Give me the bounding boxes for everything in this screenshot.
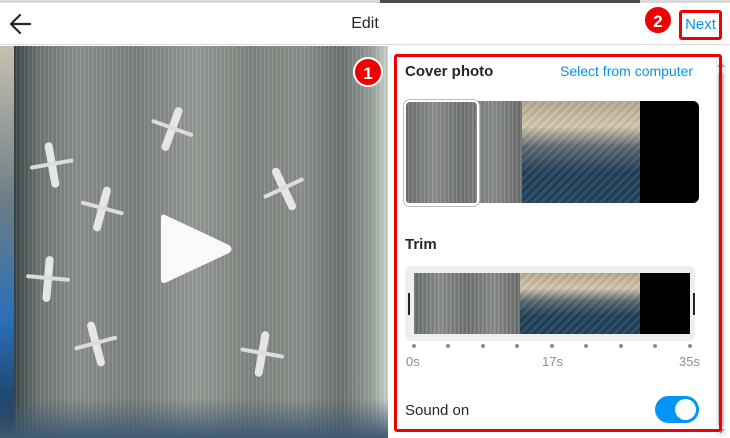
selected-cover-frame[interactable] [404,100,479,206]
select-from-computer-link[interactable]: Select from computer [560,63,693,79]
trim-end-handle[interactable] [693,293,695,315]
trim-start-handle[interactable] [408,293,410,315]
play-icon[interactable] [155,209,235,289]
annotation-badge-2: 2 [643,5,673,35]
edit-header: Edit Next [0,3,730,45]
cover-frame[interactable] [522,101,640,203]
next-button[interactable]: Next [679,10,722,40]
annotation-badge-1: 1 [353,57,383,87]
trim-tick-start: 0s [406,354,420,369]
cover-photo-heading: Cover photo [405,63,494,80]
page-title: Edit [351,15,379,32]
sound-toggle[interactable] [655,396,699,423]
trim-filmstrip[interactable] [414,273,690,334]
panel-scrollbar[interactable] [716,60,726,436]
trim-tick-end: 35s [679,354,700,369]
trim-tick-mid: 17s [542,354,563,369]
sound-label: Sound on [405,402,470,419]
background-pillar [0,46,14,438]
video-preview[interactable] [0,46,388,438]
trim-heading: Trim [405,236,437,253]
cover-frame[interactable] [640,101,699,203]
